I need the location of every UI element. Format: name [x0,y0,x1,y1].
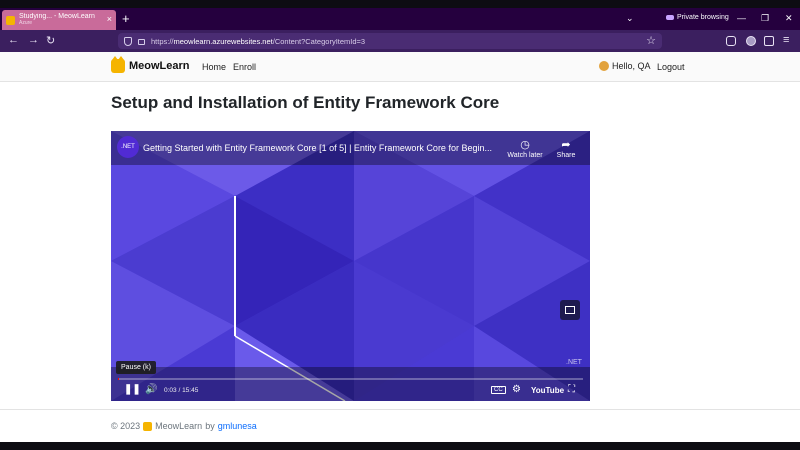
captions-button[interactable]: CC [491,386,506,394]
account-icon[interactable] [746,36,756,46]
brand-name: MeowLearn [129,60,190,72]
greeting-text: Hello, QA [612,61,651,71]
browser-nav-bar: ← → ↻ https://meowlearn.azurewebsites.ne… [0,30,800,52]
private-browsing-label: Private browsing [677,14,729,21]
pause-tooltip: Pause (k) [116,361,156,374]
brand-link[interactable]: MeowLearn [111,56,190,73]
favicon-icon [6,15,15,25]
pocket-icon[interactable] [726,36,736,46]
back-button[interactable]: ← [8,34,19,46]
video-controls: ❚❚ 🔊 0:03 / 15:45 CC ⚙ YouTube ⛶ [111,381,590,401]
user-greeting[interactable]: Hello, QA [599,61,651,71]
footer-by: by [205,421,215,431]
window-close-button[interactable]: ✕ [785,13,793,24]
minimize-button[interactable]: — [737,13,746,23]
author-link[interactable]: gmlunesa [218,421,257,431]
browser-tab-active[interactable]: Studying... - MeowLearn Azure × [2,10,116,30]
video-frame-graphic [111,131,590,401]
restore-button[interactable]: ❐ [761,13,769,24]
tab-subtitle: Azure [19,20,33,26]
tracking-shield-icon[interactable] [124,36,132,46]
private-mask-icon [666,15,674,20]
os-bottom-edge [0,442,800,450]
watch-later-label: Watch later [507,152,543,159]
os-top-edge [0,0,800,8]
share-arrow-icon: ➦ [561,139,571,151]
avatar-icon [599,61,609,71]
site-navbar: MeowLearn Home Enroll Hello, QA Logout [0,52,800,82]
nav-enroll-link[interactable]: Enroll [233,62,256,72]
url-text[interactable]: https://meowlearn.azurewebsites.net/Cont… [151,37,365,46]
footer-brand: MeowLearn [155,421,203,431]
video-player[interactable]: .NET Getting Started with Entity Framewo… [111,131,590,401]
tab-close-icon[interactable]: × [107,14,112,24]
channel-avatar-icon[interactable]: .NET [117,136,139,158]
browser-tab-strip: Studying... - MeowLearn Azure × + ⌄ Priv… [0,8,800,30]
fullscreen-icon[interactable]: ⛶ [568,384,575,395]
footer-text: © 2023 MeowLearn by gmlunesa [111,421,257,431]
copyright: © 2023 [111,421,141,431]
pause-button[interactable]: ❚❚ [124,384,141,395]
miniplayer-button[interactable] [560,300,580,320]
share-button[interactable]: ➦ Share [553,138,579,159]
url-bar[interactable]: https://meowlearn.azurewebsites.net/Cont… [118,33,662,49]
footer-cat-icon [143,421,153,431]
bookmark-star-icon[interactable]: ☆ [646,34,656,47]
page-title: Setup and Installation of Entity Framewo… [111,93,500,112]
nav-home-link[interactable]: Home [202,62,226,72]
video-progress-fill [118,378,120,380]
new-tab-button[interactable]: + [122,11,130,26]
app-menu-button[interactable]: ≡ [783,34,789,46]
extensions-icon[interactable] [764,36,774,46]
video-title[interactable]: Getting Started with Entity Framework Co… [143,143,505,153]
watch-later-button[interactable]: ◷ Watch later [505,138,545,159]
settings-gear-icon[interactable]: ⚙ [512,384,521,395]
share-label: Share [556,152,576,159]
video-time: 0:03 / 15:45 [164,387,199,394]
video-progress-bar[interactable] [118,378,583,380]
site-footer: © 2023 MeowLearn by gmlunesa [0,409,800,442]
volume-icon[interactable]: 🔊 [145,384,157,395]
reload-button[interactable]: ↻ [46,34,55,47]
miniplayer-icon [565,306,575,314]
logout-link[interactable]: Logout [657,62,685,72]
channel-watermark[interactable]: .NET [566,359,582,366]
web-page: MeowLearn Home Enroll Hello, QA Logout S… [0,52,800,442]
lock-icon[interactable] [138,39,145,45]
youtube-logo[interactable]: YouTube [531,386,564,395]
tab-title: Studying... - MeowLearn [19,13,95,20]
cat-logo-icon [111,56,125,73]
private-browsing-indicator: Private browsing [666,14,729,21]
clock-icon: ◷ [520,139,530,151]
forward-button[interactable]: → [28,34,39,46]
tab-list-chevron-icon[interactable]: ⌄ [626,13,634,24]
